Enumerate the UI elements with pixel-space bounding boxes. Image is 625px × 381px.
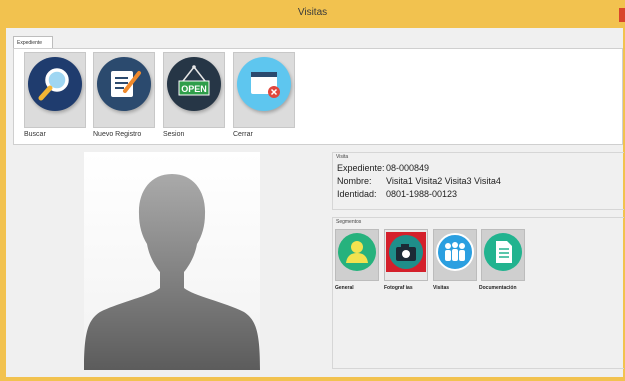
identidad-label: Identidad: xyxy=(337,189,377,199)
nombre-value: Visita1 Visita2 Visita3 Visita4 xyxy=(386,176,501,186)
search-button[interactable] xyxy=(24,52,86,128)
segment-fotografias-button[interactable] xyxy=(384,229,428,281)
session-button-label: Sesion xyxy=(163,131,185,138)
visita-group-label: Visita xyxy=(336,154,349,160)
profile-photo xyxy=(84,152,260,370)
close-window-icon xyxy=(237,57,291,111)
family-icon xyxy=(436,233,474,271)
session-button[interactable]: OPEN xyxy=(163,52,225,128)
close-button-label: Cerrar xyxy=(233,131,253,138)
segment-documentacion-label: Documentación xyxy=(479,285,517,291)
expediente-label: Expediente: xyxy=(337,163,385,173)
segmentos-group-label: Segmentos xyxy=(336,219,362,225)
camera-icon xyxy=(386,232,426,272)
new-record-icon xyxy=(97,57,151,111)
expediente-value: 08-000849 xyxy=(386,163,430,173)
new-record-button-label: Nuevo Registro xyxy=(93,131,142,138)
title-bar[interactable]: Visitas xyxy=(0,0,625,28)
silhouette-placeholder-icon xyxy=(84,174,260,370)
identidad-value: 0801-1988-00123 xyxy=(386,189,458,199)
segment-visitas-button[interactable] xyxy=(433,229,477,281)
window-close-button[interactable] xyxy=(619,8,625,22)
segment-fotografias-label: Fotograf ias xyxy=(384,285,413,291)
new-record-button[interactable] xyxy=(93,52,155,128)
user-icon xyxy=(338,233,376,271)
document-icon xyxy=(484,233,522,271)
search-icon xyxy=(28,57,82,111)
close-button[interactable] xyxy=(233,52,295,128)
segment-general-button[interactable] xyxy=(335,229,379,281)
open-sign-text: OPEN xyxy=(181,84,207,94)
segment-general-label: General xyxy=(335,285,354,291)
window-title: Visitas xyxy=(297,7,328,18)
search-button-label: Buscar xyxy=(24,131,46,138)
open-sign-icon: OPEN xyxy=(167,57,221,111)
nombre-label: Nombre: xyxy=(337,176,372,186)
segment-visitas-label: Visitas xyxy=(433,285,450,291)
segment-documentacion-button[interactable] xyxy=(481,229,525,281)
